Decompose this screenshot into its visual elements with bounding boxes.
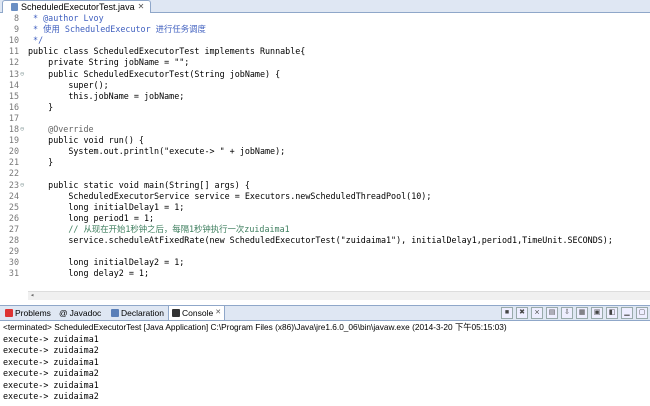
- code-line: 17: [8, 112, 19, 123]
- code-line: 30 long initialDelay2 = 1;: [8, 257, 185, 268]
- console-line: execute-> zuidaima2: [3, 368, 99, 379]
- code-line: 20 System.out.println("execute-> " + job…: [8, 146, 286, 157]
- problems-icon: [5, 309, 13, 317]
- code-line: 15 this.jobName = jobName;: [8, 90, 185, 101]
- console-line: execute-> zuidaima2: [3, 391, 99, 401]
- tab-console[interactable]: Console ✕: [168, 306, 226, 320]
- code-line: 26 long period1 = 1;: [8, 212, 155, 223]
- code-line: 18 ⊖ @Override: [8, 124, 94, 135]
- code-line: 24 ScheduledExecutorService service = Ex…: [8, 190, 432, 201]
- code-editor[interactable]: 8 * @author Lvoy 9 * 使用 ScheduledExecuto…: [0, 13, 650, 291]
- console-line: execute-> zuidaima1: [3, 334, 99, 344]
- tab-problems[interactable]: Problems: [2, 306, 54, 320]
- code-line: 16 }: [8, 101, 54, 112]
- tab-declaration[interactable]: Declaration: [108, 306, 167, 320]
- console-line: execute-> zuidaima1: [3, 356, 99, 367]
- fold-toggle-icon[interactable]: ⊖: [20, 124, 24, 135]
- maximize-icon[interactable]: ▢: [636, 307, 648, 319]
- code-line: 12 private String jobName = "";: [8, 57, 190, 68]
- view-tab-bar: Problems @ Javadoc Declaration Console ✕…: [0, 305, 650, 321]
- code-line: 9 * 使用 ScheduledExecutor 进行任务调度: [13, 24, 206, 35]
- console-output[interactable]: execute-> zuidaima1 execute-> zuidaima2 …: [0, 334, 650, 406]
- javadoc-icon: @: [59, 308, 68, 318]
- editor-horizontal-scrollbar[interactable]: ◂: [28, 291, 650, 300]
- code-line: 10 */: [8, 35, 44, 46]
- console-toolbar: ■ ✖ ⨯ ▤ ⇩ ▦ ▣ ◧ ▁ ▢: [501, 307, 648, 319]
- scroll-lock-icon[interactable]: ⇩: [561, 307, 573, 319]
- code-line: 29: [8, 246, 19, 257]
- code-line: 25 long initialDelay1 = 1;: [8, 201, 185, 212]
- pin-console-icon[interactable]: ▦: [576, 307, 588, 319]
- tab-javadoc[interactable]: @ Javadoc: [56, 306, 104, 320]
- editor-tab[interactable]: ScheduledExecutorTest.java ✕: [2, 0, 152, 13]
- clear-console-icon[interactable]: ▤: [546, 307, 558, 319]
- code-line: 8 * @author Lvoy: [13, 13, 104, 23]
- code-line: 13 ⊖ public ScheduledExecutorTest(String …: [8, 68, 281, 80]
- code-line: 23 ⊖ public static void main(String[] arg…: [8, 179, 250, 191]
- console-process-label: <terminated> ScheduledExecutorTest [Java…: [0, 321, 650, 333]
- code-line: 31 long delay2 = 1;: [8, 268, 150, 279]
- code-line: 22: [8, 168, 19, 179]
- open-console-icon[interactable]: ◧: [606, 307, 618, 319]
- code-line: 19 public void run() {: [8, 135, 144, 146]
- terminate-icon[interactable]: ■: [501, 307, 513, 319]
- code-line: 14 super();: [8, 79, 109, 90]
- editor-tab-bar: ScheduledExecutorTest.java ✕: [0, 0, 650, 13]
- close-icon[interactable]: ✕: [215, 306, 221, 320]
- fold-toggle-icon[interactable]: ⊖: [20, 69, 24, 80]
- scroll-left-icon[interactable]: ◂: [30, 291, 34, 299]
- code-line: 21 }: [8, 157, 54, 168]
- code-line: 11 public class ScheduledExecutorTest imp…: [8, 46, 306, 57]
- code-line: 27 // 从现在开始1秒钟之后，每隔1秒钟执行一次zuidaima1: [8, 223, 290, 234]
- declaration-icon: [111, 309, 119, 317]
- java-file-icon: [11, 3, 18, 11]
- editor-tab-label: ScheduledExecutorTest.java: [21, 2, 135, 12]
- remove-all-icon[interactable]: ⨯: [531, 307, 543, 319]
- console-icon: [172, 309, 180, 317]
- console-line: execute-> zuidaima2: [3, 345, 99, 356]
- close-icon[interactable]: ✕: [138, 1, 145, 13]
- console-line: execute-> zuidaima1: [3, 379, 99, 390]
- minimize-icon[interactable]: ▁: [621, 307, 633, 319]
- fold-toggle-icon[interactable]: ⊖: [20, 180, 24, 191]
- code-line: 28 service.scheduleAtFixedRate(new Sched…: [8, 235, 613, 245]
- display-console-icon[interactable]: ▣: [591, 307, 603, 319]
- remove-launch-icon[interactable]: ✖: [516, 307, 528, 319]
